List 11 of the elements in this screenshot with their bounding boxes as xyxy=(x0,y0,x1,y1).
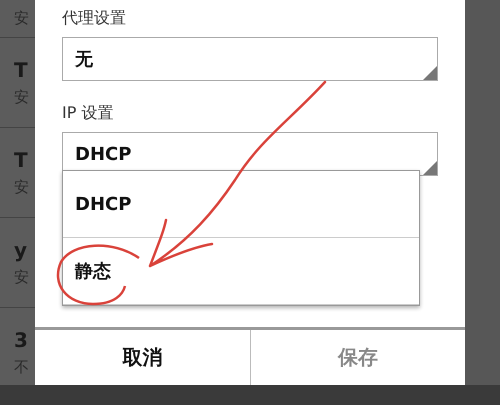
dropdown-corner-icon xyxy=(423,66,437,80)
list-item-title: T xyxy=(14,148,29,172)
dropdown-field[interactable]: 无 xyxy=(62,37,438,81)
field-label: IP 设置 xyxy=(62,103,114,124)
list-item-title: 3 xyxy=(14,328,29,352)
list-item-title: T xyxy=(14,58,29,82)
dropdown-corner-icon xyxy=(423,161,437,175)
field-label: 代理设置 xyxy=(62,8,127,29)
dropdown-option[interactable]: 静态 xyxy=(63,238,419,305)
dropdown-option[interactable]: DHCP xyxy=(63,171,419,238)
list-item-title: y xyxy=(14,238,28,262)
